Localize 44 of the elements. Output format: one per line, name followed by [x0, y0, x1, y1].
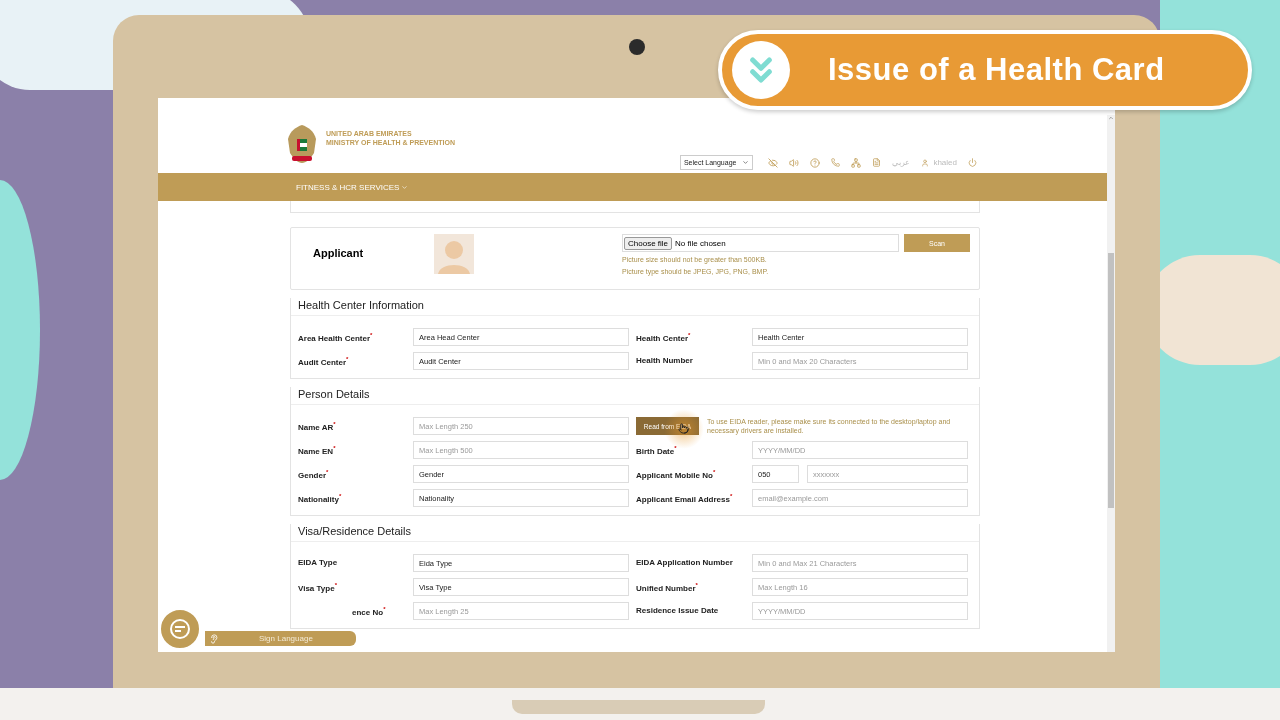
- field-label: Health Number: [636, 355, 694, 365]
- file-status: No file chosen: [675, 238, 726, 248]
- volume-icon[interactable]: [789, 157, 800, 168]
- field-label: Birth Date$^{*}$: [636, 444, 678, 456]
- choose-file-button[interactable]: Choose file: [624, 236, 673, 250]
- hand-cursor-icon: [678, 423, 689, 434]
- emblem-logo: [286, 123, 318, 165]
- field-label: Visa Type$^{*}$: [298, 581, 338, 593]
- field-label: Audit Center$^{*}$: [298, 355, 350, 367]
- field-label: Gender$^{*}$: [298, 468, 330, 480]
- sitemap-icon[interactable]: [851, 157, 862, 168]
- chat-bubble-icon: [169, 618, 191, 640]
- field-label: Health Center$^{*}$: [636, 331, 692, 343]
- accessibility-icon[interactable]: [768, 157, 779, 168]
- field-label: Area Health Center$^{*}$: [298, 331, 374, 343]
- banner-title: Issue of a Health Card: [828, 52, 1165, 88]
- file-input[interactable]: Choose file No file chosen: [622, 234, 899, 252]
- user-icon: [921, 158, 930, 167]
- field-label: Name AR$^{*}$: [298, 420, 337, 432]
- ear-icon: [209, 633, 219, 644]
- help-icon[interactable]: [810, 157, 821, 168]
- field-label: Applicant Mobile No$^{*}$: [636, 468, 717, 480]
- applicant-label: Applicant: [313, 247, 365, 259]
- logout-icon[interactable]: [968, 158, 977, 167]
- avatar-placeholder: [434, 234, 474, 274]
- dropdown-caret-icon: [742, 159, 750, 166]
- field-label: Applicant Email Address$^{*}$: [636, 492, 734, 504]
- field-label: Name EN$^{*}$: [298, 444, 337, 456]
- caret-icon: [401, 183, 409, 191]
- field-label: Nationality$^{*}$: [298, 492, 343, 504]
- field-label: EIDA Type: [298, 557, 339, 567]
- double-chevron-icon: [732, 41, 790, 99]
- section-title: Health Center Information: [291, 298, 979, 316]
- section-title: Visa/Residence Details: [291, 524, 979, 542]
- document-icon[interactable]: [872, 158, 882, 167]
- field-label: ence No$^{*}$: [351, 605, 387, 617]
- phone-icon[interactable]: [831, 158, 841, 167]
- camera-dot: [629, 39, 645, 55]
- scrollbar[interactable]: [1107, 115, 1115, 652]
- scroll-up-icon[interactable]: [1108, 115, 1114, 121]
- field-label: Unified Number$^{*}$: [636, 581, 699, 593]
- section-title: Person Details: [291, 387, 979, 405]
- field-label: EIDA Application Number: [636, 557, 734, 567]
- field-label: Residence Issue Date: [636, 605, 720, 615]
